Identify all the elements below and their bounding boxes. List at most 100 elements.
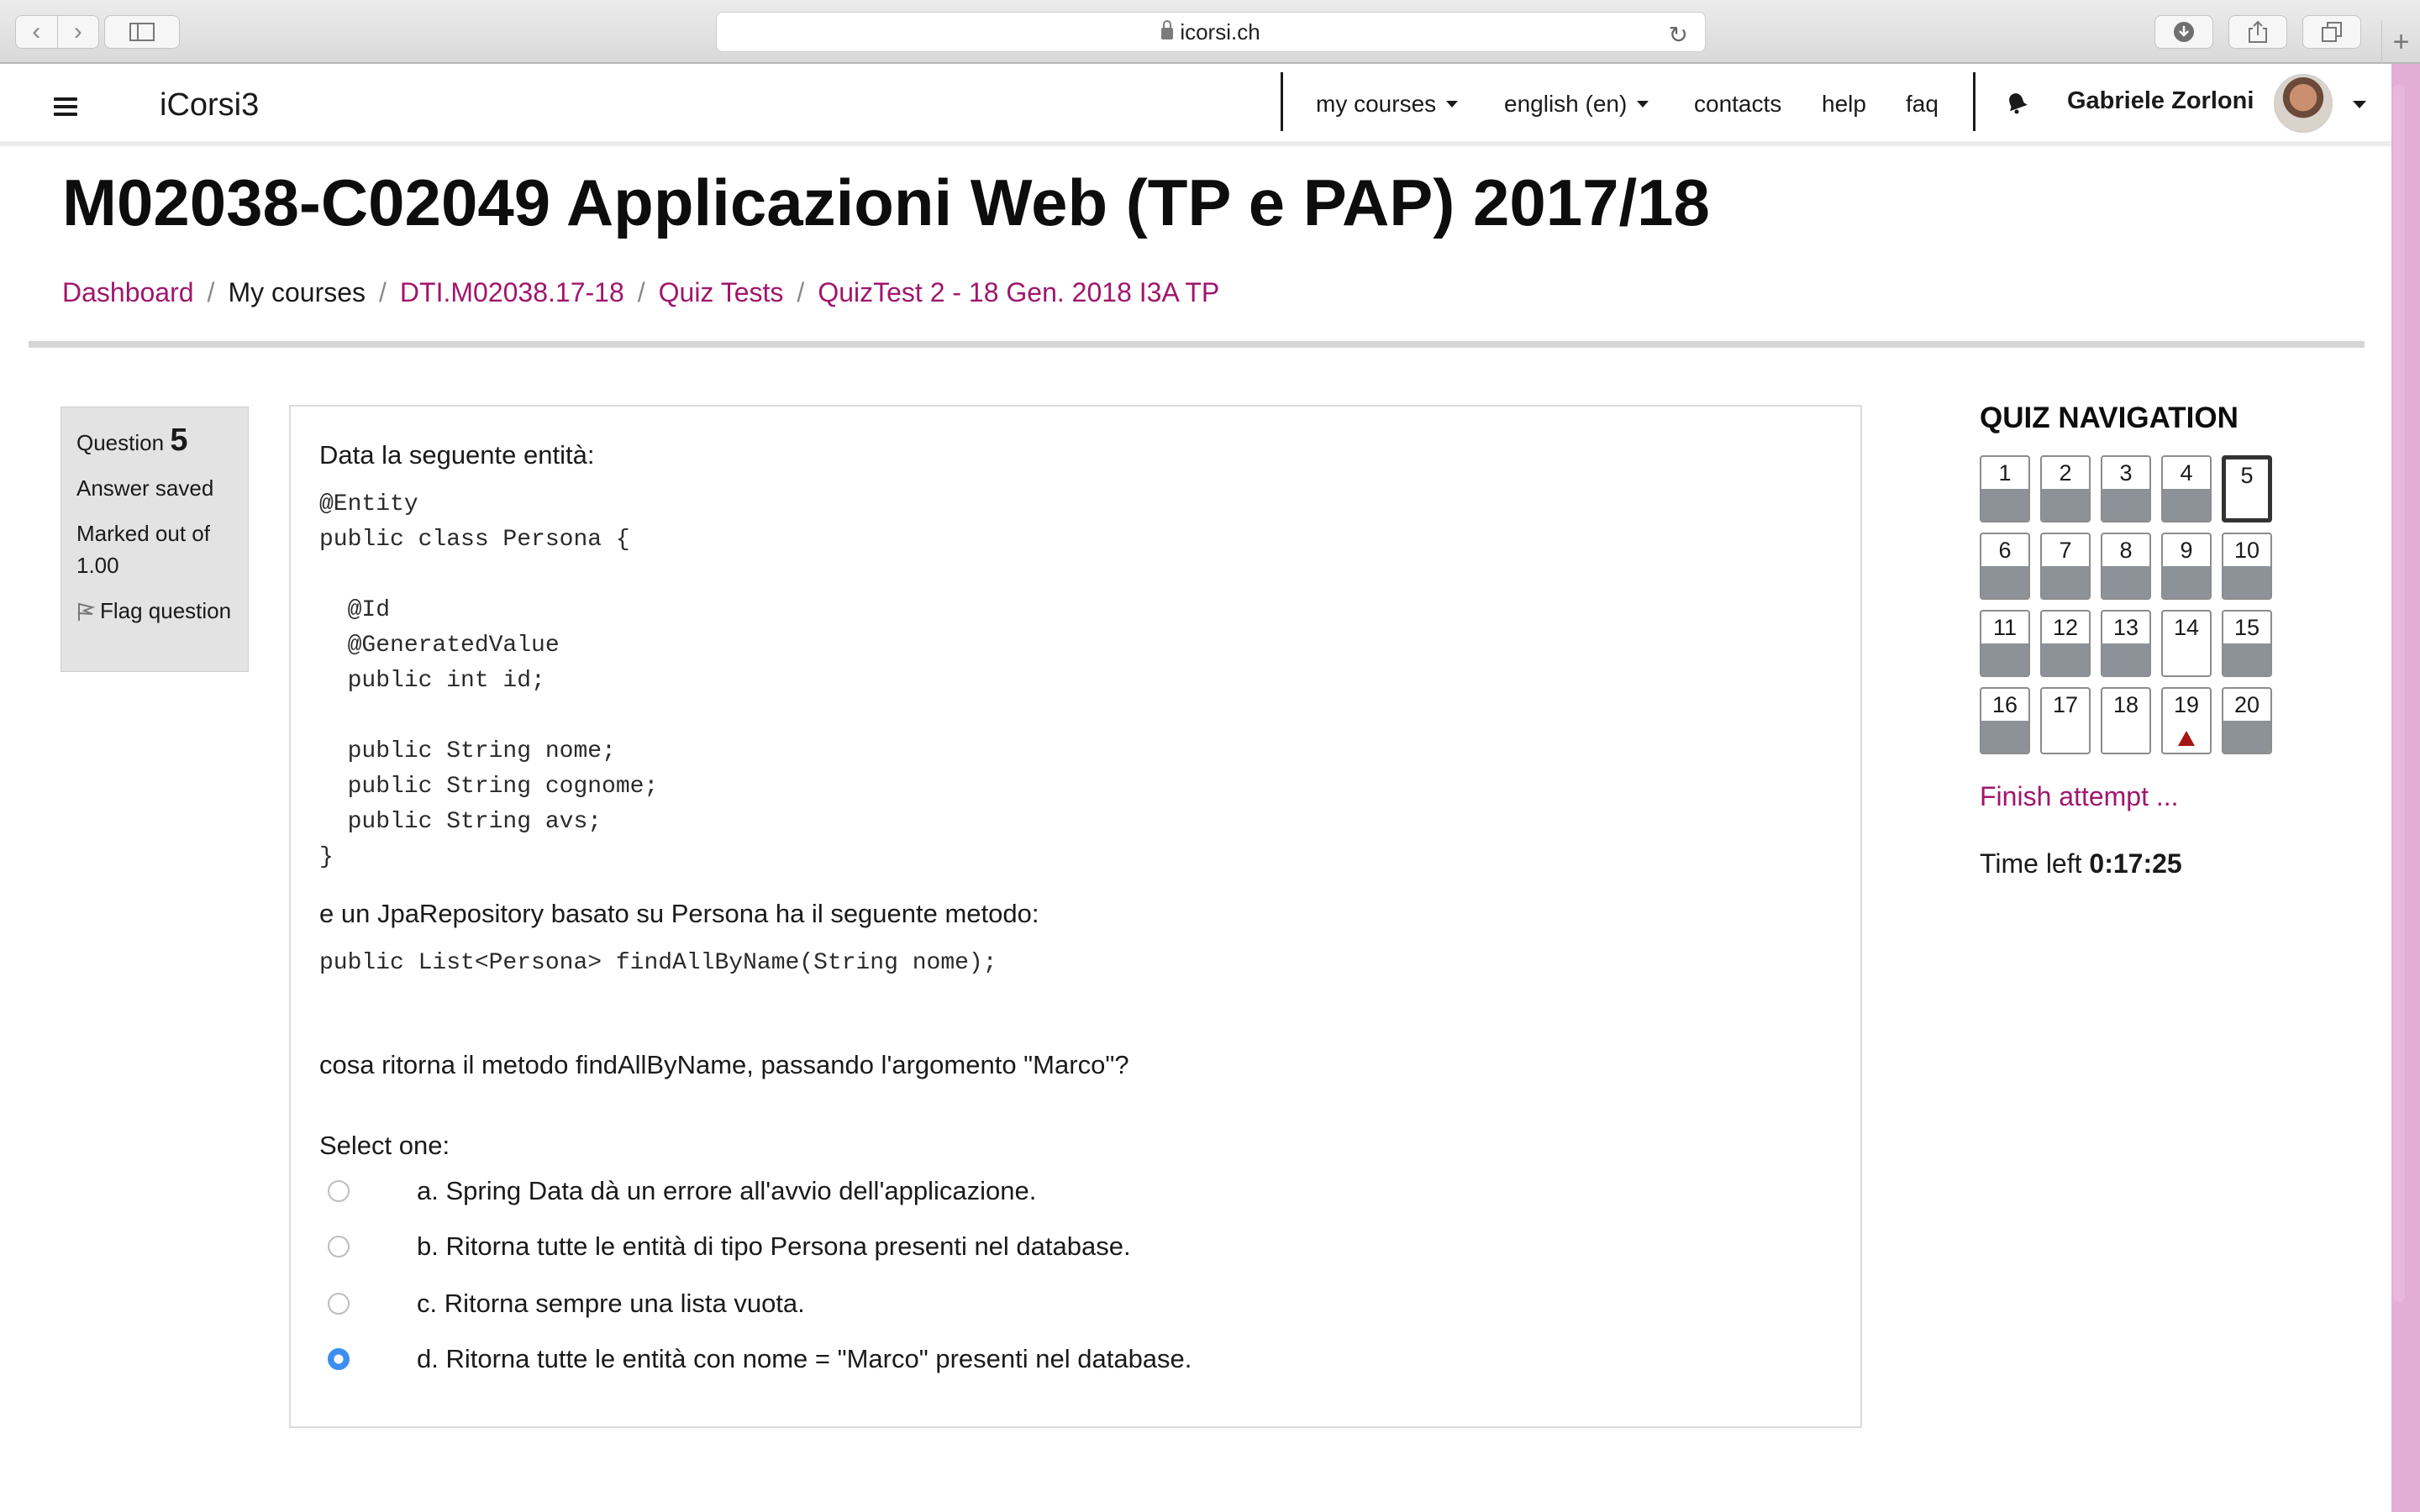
quiz-nav-number: 13 (2112, 615, 2139, 640)
quiz-nav-button-4[interactable]: 4 (2161, 455, 2212, 522)
radio-button[interactable] (328, 1293, 350, 1315)
quiz-nav-button-19[interactable]: 19 (2161, 687, 2212, 754)
question-ask: cosa ritorna il metodo findAllByName, pa… (319, 1050, 1129, 1079)
quiz-nav-number: 2 (2059, 460, 2072, 486)
quiz-nav-button-17[interactable]: 17 (2040, 687, 2091, 754)
back-icon[interactable]: ‹ (16, 16, 58, 48)
entity-code-block: @Entity public class Persona { @Id @Gene… (319, 491, 659, 870)
flag-question-label: Flag question (100, 598, 232, 623)
answered-indicator (1981, 721, 2028, 753)
flag-icon (76, 598, 96, 621)
answered-indicator (2163, 566, 2210, 598)
question-state: Answer saved (76, 475, 214, 501)
site-brand[interactable]: iCorsi3 (160, 87, 259, 123)
tabs-icon[interactable] (2302, 15, 2361, 49)
quiz-nav-button-14[interactable]: 14 (2161, 610, 2212, 677)
breadcrumb-my-courses: My courses (228, 277, 366, 307)
chevron-down-icon[interactable] (2353, 101, 2366, 108)
hamburger-menu-icon[interactable] (54, 97, 77, 116)
downloads-icon[interactable] (2154, 15, 2213, 49)
question-mark: Marked out of 1.00 (76, 521, 210, 578)
quiz-nav-button-7[interactable]: 7 (2040, 533, 2091, 600)
url-text: icorsi.ch (1180, 18, 1260, 45)
share-icon[interactable] (2228, 15, 2287, 49)
chevron-down-icon (1446, 100, 1459, 108)
quiz-nav-number: 6 (1998, 538, 2012, 563)
quiz-nav-button-10[interactable]: 10 (2222, 533, 2272, 600)
select-one-label: Select one: (319, 1131, 450, 1160)
forward-icon[interactable]: › (58, 16, 99, 48)
quiz-nav-button-16[interactable]: 16 (1980, 687, 2030, 754)
avatar[interactable] (2274, 74, 2333, 133)
menu-contacts[interactable]: contacts (1694, 91, 1781, 118)
quiz-nav-button-18[interactable]: 18 (2101, 687, 2151, 754)
repository-code-line: public List<Persona> findAllByName(Strin… (319, 950, 997, 976)
question-number-value: 5 (170, 423, 188, 458)
answered-indicator (2042, 566, 2089, 598)
quiz-nav-button-20[interactable]: 20 (2222, 687, 2272, 754)
quiz-nav-number: 5 (2240, 463, 2254, 488)
question-number: Question 5 (76, 424, 233, 459)
quiz-nav-number: 8 (2119, 538, 2133, 563)
answer-option-label: b. Ritorna tutte le entità di tipo Perso… (417, 1231, 1131, 1261)
quiz-nav-button-11[interactable]: 11 (1980, 610, 2030, 677)
reload-icon[interactable]: ↻ (1669, 21, 1688, 49)
answered-indicator (2163, 489, 2210, 521)
quiz-nav-button-6[interactable]: 6 (1980, 533, 2030, 600)
breadcrumb-quiz-tests[interactable]: Quiz Tests (659, 277, 784, 307)
breadcrumb-quiztest[interactable]: QuizTest 2 - 18 Gen. 2018 I3A TP (818, 277, 1219, 307)
quiz-nav-button-2[interactable]: 2 (2040, 455, 2091, 522)
quiz-nav-number: 20 (2233, 692, 2260, 717)
menu-help[interactable]: help (1822, 91, 1866, 118)
flagged-triangle-icon (2178, 731, 2195, 746)
menu-my-courses-label: my courses (1316, 91, 1437, 117)
user-name[interactable]: Gabriele Zorloni (2067, 87, 2254, 115)
quiz-nav-number: 12 (2052, 615, 2079, 640)
quiz-nav-number: 3 (2119, 460, 2133, 486)
quiz-nav-number: 1 (1998, 460, 2012, 486)
menu-language[interactable]: english (en) (1504, 91, 1649, 118)
menu-my-courses[interactable]: my courses (1316, 91, 1459, 118)
notification-bell-icon[interactable] (2005, 91, 2028, 114)
answered-indicator (2102, 566, 2149, 598)
question-info-box: Question 5 Answer saved Marked out of 1.… (60, 407, 249, 672)
quiz-nav-number: 11 (1992, 615, 2018, 640)
new-tab-icon[interactable]: + (2381, 20, 2420, 64)
quiz-nav-button-13[interactable]: 13 (2101, 610, 2151, 677)
quiz-nav-number: 4 (2180, 460, 2193, 486)
quiz-nav-number: 18 (2112, 692, 2139, 717)
finish-attempt-link[interactable]: Finish attempt ... (1980, 781, 2179, 812)
quiz-nav-number: 7 (2059, 538, 2072, 563)
time-left: Time left 0:17:25 (1980, 848, 2182, 879)
quiz-nav-button-3[interactable]: 3 (2101, 455, 2151, 522)
answered-indicator (1981, 643, 2028, 675)
breadcrumb-course[interactable]: DTI.M02038.17-18 (400, 277, 624, 307)
answered-indicator (2223, 566, 2270, 598)
quiz-nav-button-5[interactable]: 5 (2222, 455, 2272, 522)
flag-question-button[interactable]: Flag question (76, 595, 233, 627)
breadcrumb-dashboard[interactable]: Dashboard (62, 277, 194, 307)
quiz-nav-button-12[interactable]: 12 (2040, 610, 2091, 677)
breadcrumb-separator: / (379, 277, 387, 307)
menu-faq[interactable]: faq (1906, 91, 1939, 118)
radio-button[interactable] (328, 1236, 350, 1257)
quiz-nav-button-15[interactable]: 15 (2222, 610, 2272, 677)
header-divider (1973, 72, 1975, 131)
radio-button[interactable] (328, 1348, 350, 1370)
question-content: Data la seguente entità: @Entity public … (289, 405, 1862, 1428)
browser-toolbar: ‹ › icorsi.ch ↻ + (0, 0, 2420, 64)
quiz-nav-button-1[interactable]: 1 (1980, 455, 2030, 522)
quiz-nav-button-8[interactable]: 8 (2101, 533, 2151, 600)
answer-option-label: c. Ritorna sempre una lista vuota. (417, 1289, 805, 1318)
address-bar[interactable]: icorsi.ch ↻ (716, 12, 1706, 52)
answered-indicator (2042, 489, 2089, 521)
answered-indicator (1981, 489, 2028, 521)
sidebar-toggle-icon[interactable] (104, 15, 180, 49)
quiz-nav-number: 17 (2052, 692, 2079, 717)
quiz-nav-number: 15 (2233, 615, 2260, 640)
scrollbar-thumb[interactable] (2393, 84, 2405, 1302)
quiz-nav-button-9[interactable]: 9 (2161, 533, 2212, 600)
quiz-nav-number: 19 (2173, 692, 2200, 717)
time-left-value: 0:17:25 (2089, 848, 2182, 879)
radio-button[interactable] (328, 1180, 350, 1202)
